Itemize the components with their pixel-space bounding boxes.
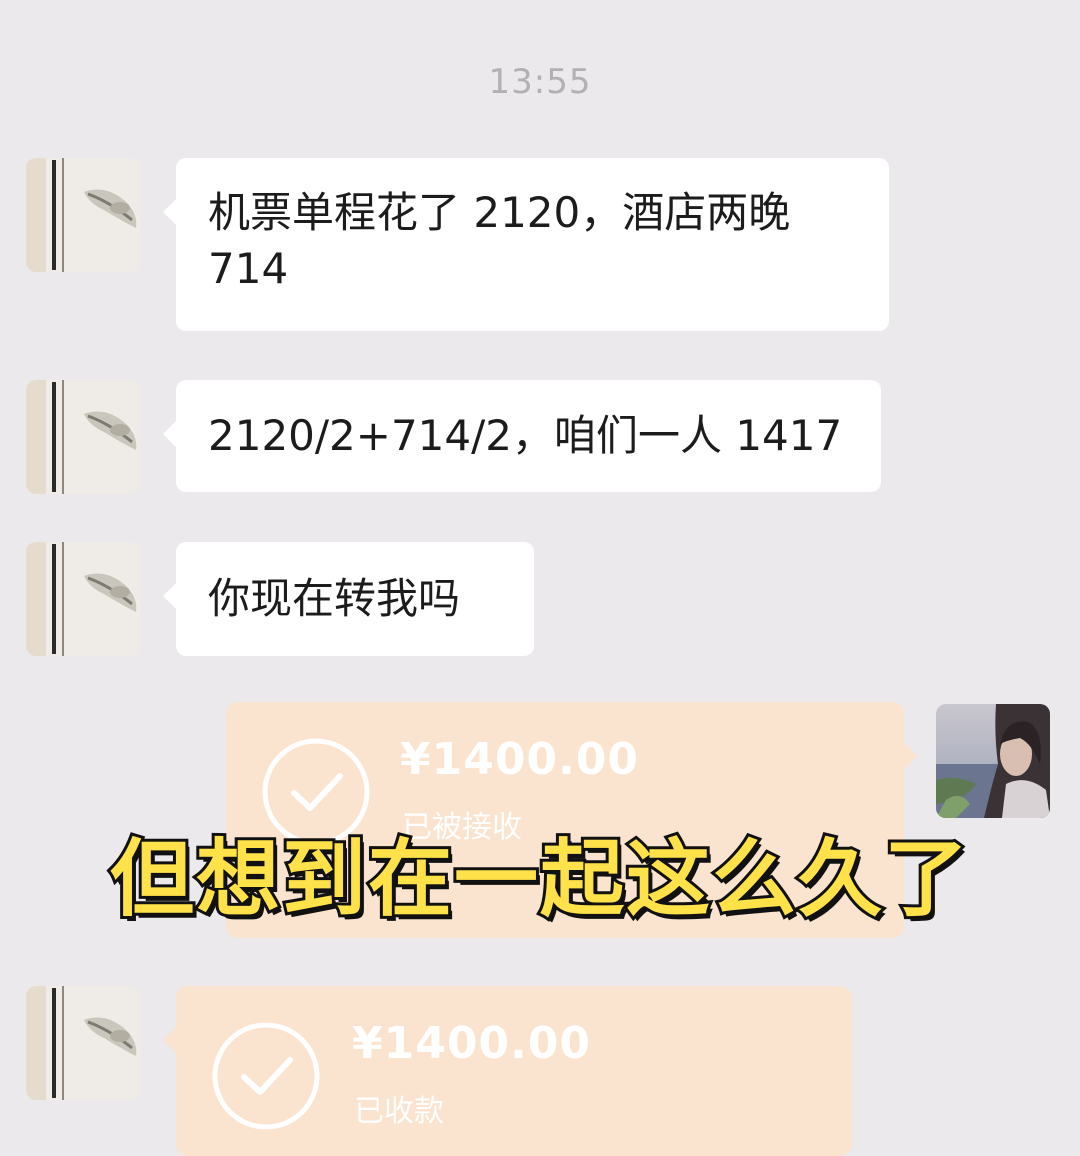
message-bubble[interactable]: 你现在转我吗 bbox=[163, 542, 534, 656]
contact-avatar[interactable] bbox=[26, 986, 140, 1100]
message-text: 2120/2+714/2，咱们一人 1417 bbox=[208, 411, 843, 460]
my-avatar[interactable] bbox=[936, 704, 1050, 818]
message-text-line: 机票单程花了 2120，酒店两晚 bbox=[208, 188, 791, 237]
contact-avatar[interactable] bbox=[26, 158, 140, 272]
transfer-status: 已收款 bbox=[354, 1094, 444, 1129]
transfer-amount: ¥1400.00 bbox=[400, 734, 640, 785]
check-circle-icon bbox=[212, 1022, 320, 1130]
video-subtitle: 但想到在一起这么久了 bbox=[107, 827, 971, 931]
contact-avatar[interactable] bbox=[26, 542, 140, 656]
contact-avatar[interactable] bbox=[26, 380, 140, 494]
message-text-line: 714 bbox=[208, 244, 289, 293]
message-bubble[interactable]: 2120/2+714/2，咱们一人 1417 bbox=[163, 380, 881, 492]
message-bubble[interactable]: 机票单程花了 2120，酒店两晚 714 bbox=[163, 158, 889, 331]
message-text: 你现在转我吗 bbox=[208, 574, 461, 623]
transfer-amount: ¥1400.00 bbox=[352, 1018, 592, 1069]
transfer-card[interactable]: ¥1400.00 已收款 bbox=[163, 986, 852, 1156]
chat-timestamp: 13:55 bbox=[488, 62, 592, 102]
